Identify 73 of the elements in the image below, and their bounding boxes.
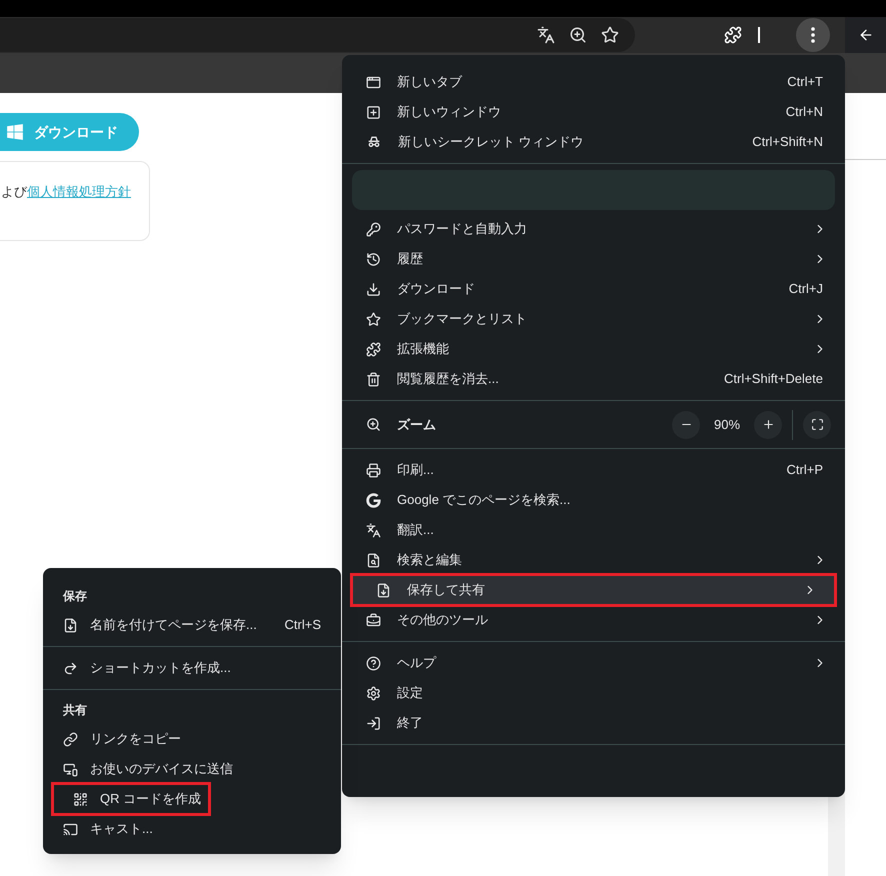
menu-item[interactable]: その他のツール bbox=[342, 605, 845, 635]
fullscreen-icon bbox=[810, 418, 824, 431]
menu-item[interactable]: 拡張機能 bbox=[342, 334, 845, 364]
zoom-value: 90% bbox=[712, 416, 742, 434]
menu-item[interactable]: ショートカットを作成... bbox=[43, 653, 341, 683]
key-icon bbox=[366, 222, 381, 236]
curved-arrow-icon bbox=[63, 660, 78, 676]
menu-item[interactable]: パスワードと自動入力 bbox=[342, 214, 845, 244]
settings-icon bbox=[366, 686, 381, 700]
menu-item[interactable]: 新しいタブ Ctrl+T bbox=[342, 67, 845, 97]
section-header: 保存 bbox=[62, 588, 88, 605]
history-icon bbox=[366, 252, 381, 266]
menu-item[interactable]: ブックマークとリスト bbox=[342, 304, 845, 334]
menu-icon bbox=[811, 27, 815, 43]
help-icon bbox=[366, 656, 381, 670]
menu-item[interactable]: 印刷... Ctrl+P bbox=[342, 455, 845, 485]
toolbox-icon bbox=[366, 612, 381, 628]
back-icon[interactable] bbox=[858, 27, 874, 43]
zoom-icon[interactable] bbox=[569, 26, 587, 44]
download-icon bbox=[366, 282, 381, 296]
puzzle-icon bbox=[366, 342, 381, 356]
menu-item[interactable]: キャスト... bbox=[43, 814, 341, 844]
translate-icon bbox=[366, 522, 381, 538]
menu-item[interactable]: 終了 bbox=[342, 708, 845, 738]
translate-icon[interactable] bbox=[537, 26, 555, 44]
tab-icon bbox=[366, 74, 381, 90]
shortcut-text: Ctrl+Shift+Delete bbox=[724, 370, 823, 388]
menu-item[interactable]: 保存して共有 bbox=[352, 575, 835, 605]
link-icon bbox=[63, 732, 78, 746]
google-icon bbox=[366, 492, 381, 508]
menu-item[interactable]: 検索と編集 bbox=[342, 545, 845, 575]
zoom-in-button[interactable] bbox=[754, 410, 782, 438]
exit-icon bbox=[366, 716, 381, 730]
new-window-icon bbox=[366, 104, 381, 120]
shortcut-text: Ctrl+S bbox=[284, 616, 321, 634]
printer-icon bbox=[366, 462, 381, 478]
cast-icon bbox=[63, 822, 78, 836]
menu-item[interactable]: 設定 bbox=[342, 678, 845, 708]
shortcut-text: Ctrl+P bbox=[786, 461, 823, 480]
plus-icon bbox=[762, 418, 774, 431]
file-search-icon bbox=[366, 552, 381, 568]
menu-item[interactable]: 名前を付けてページを保存... Ctrl+S bbox=[43, 610, 341, 640]
incognito-icon bbox=[366, 134, 382, 150]
menu-item[interactable]: 新しいシークレット ウィンドウ Ctrl+Shift+N bbox=[342, 127, 845, 157]
devices-icon bbox=[63, 762, 78, 776]
menu-item[interactable]: 新しいウィンドウ Ctrl+N bbox=[342, 97, 845, 127]
fullscreen-button[interactable] bbox=[803, 410, 831, 438]
menu-item[interactable]: QR コードを作成 bbox=[53, 784, 209, 814]
menu-button[interactable] bbox=[796, 18, 830, 52]
menu-item[interactable]: ダウンロード Ctrl+J bbox=[342, 274, 845, 304]
trash-icon bbox=[366, 372, 381, 386]
qr-code-icon bbox=[73, 792, 88, 806]
menu-item[interactable]: 閲覧履歴を消去... Ctrl+Shift+Delete bbox=[342, 364, 845, 394]
bookmark-star-icon[interactable] bbox=[601, 26, 619, 44]
menu-item[interactable]: Google でこのページを検索... bbox=[342, 485, 845, 515]
notice-text: よび個人情報処理方針 bbox=[1, 184, 131, 199]
file-download-icon bbox=[376, 582, 391, 598]
menu-item[interactable]: ヘルプ bbox=[342, 648, 845, 678]
star-icon bbox=[366, 312, 381, 326]
windows-logo-icon bbox=[6, 123, 24, 141]
file-download-icon bbox=[63, 618, 78, 632]
shortcut-text: Ctrl+J bbox=[788, 280, 823, 298]
menu-item[interactable]: 翻訳... bbox=[342, 515, 845, 545]
menu-item[interactable]: お使いのデバイスに送信 bbox=[43, 754, 341, 784]
section-header: 共有 bbox=[62, 702, 88, 719]
shortcut-text: Ctrl+Shift+N bbox=[752, 133, 823, 152]
zoom-label: ズーム bbox=[397, 416, 436, 434]
shortcut-text: Ctrl+N bbox=[786, 103, 823, 122]
menu-item[interactable]: 履歴 bbox=[342, 244, 845, 274]
menu-item[interactable]: リンクをコピー bbox=[43, 724, 341, 754]
zoom-icon bbox=[366, 417, 381, 432]
shortcut-text: Ctrl+T bbox=[787, 73, 823, 92]
extensions-icon[interactable] bbox=[724, 26, 742, 44]
